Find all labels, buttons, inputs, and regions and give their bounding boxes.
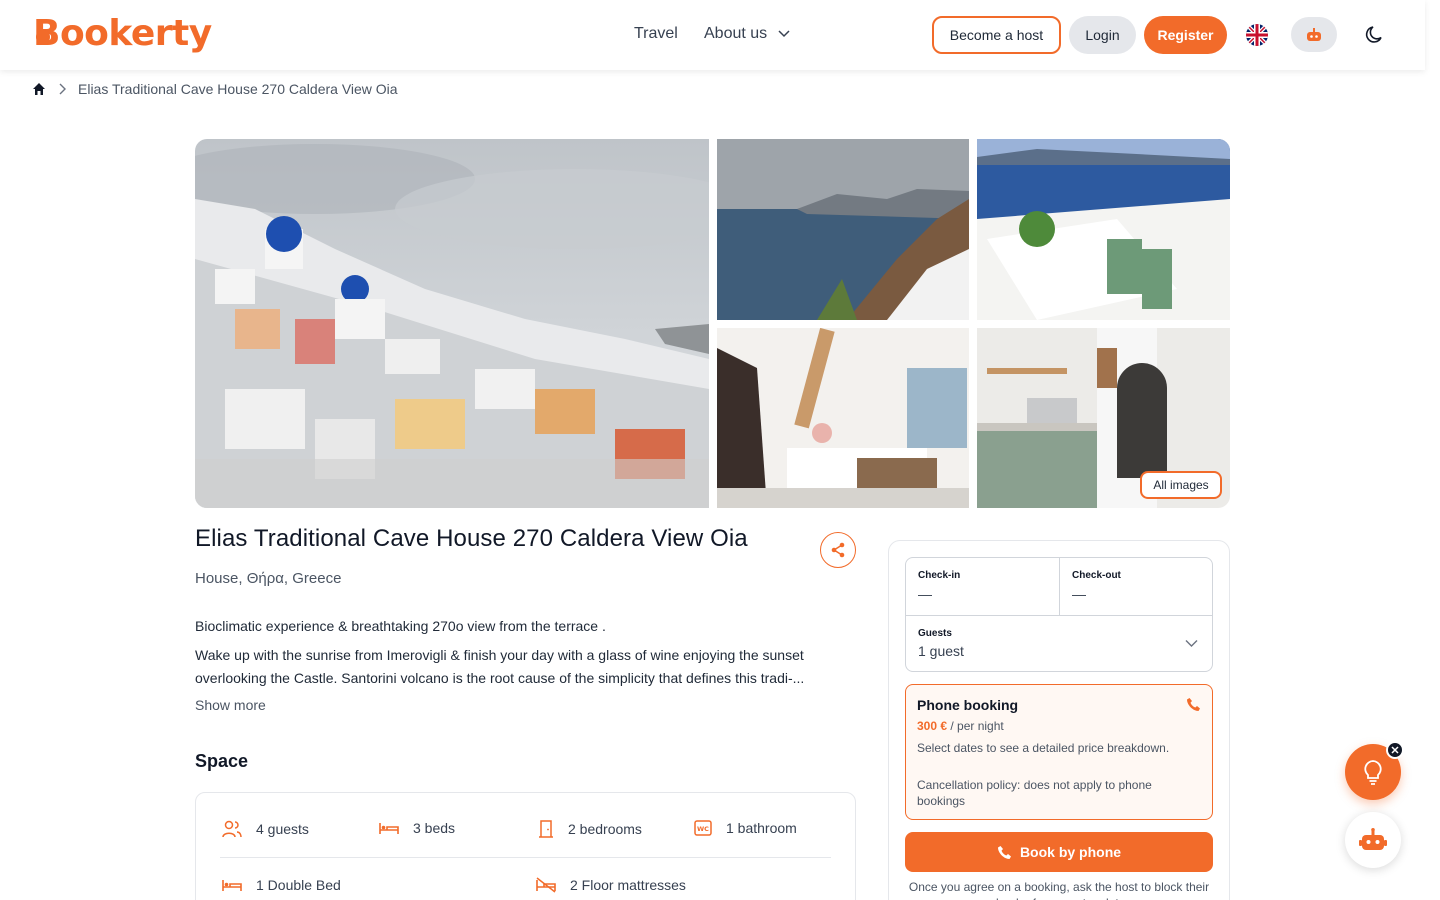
moon-icon[interactable]: [1364, 23, 1386, 45]
door-icon: [539, 820, 553, 838]
all-images-button[interactable]: All images: [1140, 471, 1222, 499]
amenity-beds-label: 3 beds: [413, 820, 456, 836]
guests-label: Guests: [918, 628, 952, 639]
amenity-divider: [220, 857, 831, 858]
share-button[interactable]: [820, 532, 856, 568]
book-by-phone-label: Book by phone: [1019, 844, 1122, 860]
home-icon[interactable]: [32, 82, 46, 96]
bed-icon: [379, 823, 399, 834]
phone-icon: [1187, 698, 1200, 711]
gallery-image-2[interactable]: [717, 139, 969, 320]
amenity-bedrooms-label: 2 bedrooms: [568, 821, 642, 837]
cancellation-policy-note: Cancellation policy: does not apply to p…: [917, 778, 1152, 808]
assistant-button[interactable]: [1291, 17, 1337, 52]
price-value: 300 €: [917, 719, 948, 733]
date-divider-horizontal: [906, 615, 1212, 616]
checkout-field[interactable]: —: [1072, 586, 1086, 602]
amenity-bathroom: WC 1 bathroom: [694, 820, 797, 836]
booking-note: Once you agree on a booking, ask the hos…: [908, 880, 1210, 900]
checkout-label: Check-out: [1072, 570, 1121, 581]
phone-icon: [997, 845, 1011, 859]
close-tips-button[interactable]: [1386, 741, 1404, 759]
wc-icon: WC: [694, 820, 712, 836]
register-button[interactable]: Register: [1144, 16, 1227, 54]
chatbot-button[interactable]: [1345, 812, 1401, 868]
lightbulb-icon: [1364, 760, 1382, 785]
logo-mark-icon: [36, 30, 50, 44]
top-header: Bookerty Travel About us Become a host L…: [0, 0, 1425, 70]
book-by-phone-button[interactable]: Book by phone: [905, 832, 1213, 872]
users-icon: [222, 820, 242, 838]
become-host-button[interactable]: Become a host: [932, 16, 1061, 54]
gallery-main-image[interactable]: [195, 139, 709, 508]
login-button[interactable]: Login: [1069, 16, 1136, 54]
show-more-link[interactable]: Show more: [195, 697, 266, 713]
breadcrumb-current: Elias Traditional Cave House 270 Caldera…: [78, 81, 398, 97]
description-line-1: Bioclimatic experience & breathtaking 27…: [195, 618, 606, 634]
amenity-bathroom-label: 1 bathroom: [726, 820, 797, 836]
description-line-2: Wake up with the sunrise from Imerovigli…: [195, 647, 805, 686]
amenity-beds: 3 beds: [379, 820, 455, 836]
checkin-label: Check-in: [918, 570, 961, 581]
nav-travel-link[interactable]: Travel: [634, 25, 678, 43]
price-breakdown-note: Select dates to see a detailed price bre…: [917, 741, 1170, 755]
chevron-down-icon[interactable]: [1185, 639, 1198, 648]
chevron-down-icon: [778, 30, 790, 38]
guests-select[interactable]: 1 guest: [918, 643, 964, 659]
phone-booking-title: Phone booking: [917, 697, 1019, 713]
close-icon: [1391, 746, 1399, 754]
robot-icon: [1359, 828, 1387, 850]
floor-mattress-icon: [536, 877, 556, 893]
robot-icon: [1307, 27, 1321, 41]
amenity-guests-label: 4 guests: [256, 821, 309, 837]
double-bed-icon: [222, 880, 242, 891]
price-per-night: 300 € / per night: [917, 719, 1004, 733]
checkin-field[interactable]: —: [918, 586, 932, 602]
share-icon: [831, 542, 845, 558]
gallery-image-4[interactable]: [717, 328, 969, 508]
amenity-double-bed-label: 1 Double Bed: [256, 877, 341, 893]
gallery-image-3[interactable]: [977, 139, 1230, 320]
listing-title: Elias Traditional Cave House 270 Caldera…: [195, 525, 748, 552]
chevron-right-icon: [59, 83, 66, 95]
amenity-floor-mattresses-label: 2 Floor mattresses: [570, 877, 686, 893]
uk-flag-icon[interactable]: [1246, 24, 1268, 46]
date-divider-vertical: [1059, 558, 1060, 615]
amenity-guests: 4 guests: [222, 820, 309, 838]
svg-text:WC: WC: [697, 825, 709, 833]
nav-about-dropdown[interactable]: About us: [704, 25, 767, 43]
listing-subtitle: House, Θήρα, Greece: [195, 570, 342, 587]
amenity-bedrooms: 2 bedrooms: [538, 820, 642, 838]
space-heading: Space: [195, 751, 249, 771]
amenity-double-bed: 1 Double Bed: [222, 877, 341, 893]
brand-logo[interactable]: Bookerty: [33, 13, 212, 54]
amenity-floor-mattresses: 2 Floor mattresses: [536, 877, 686, 893]
price-unit: / per night: [947, 719, 1004, 733]
